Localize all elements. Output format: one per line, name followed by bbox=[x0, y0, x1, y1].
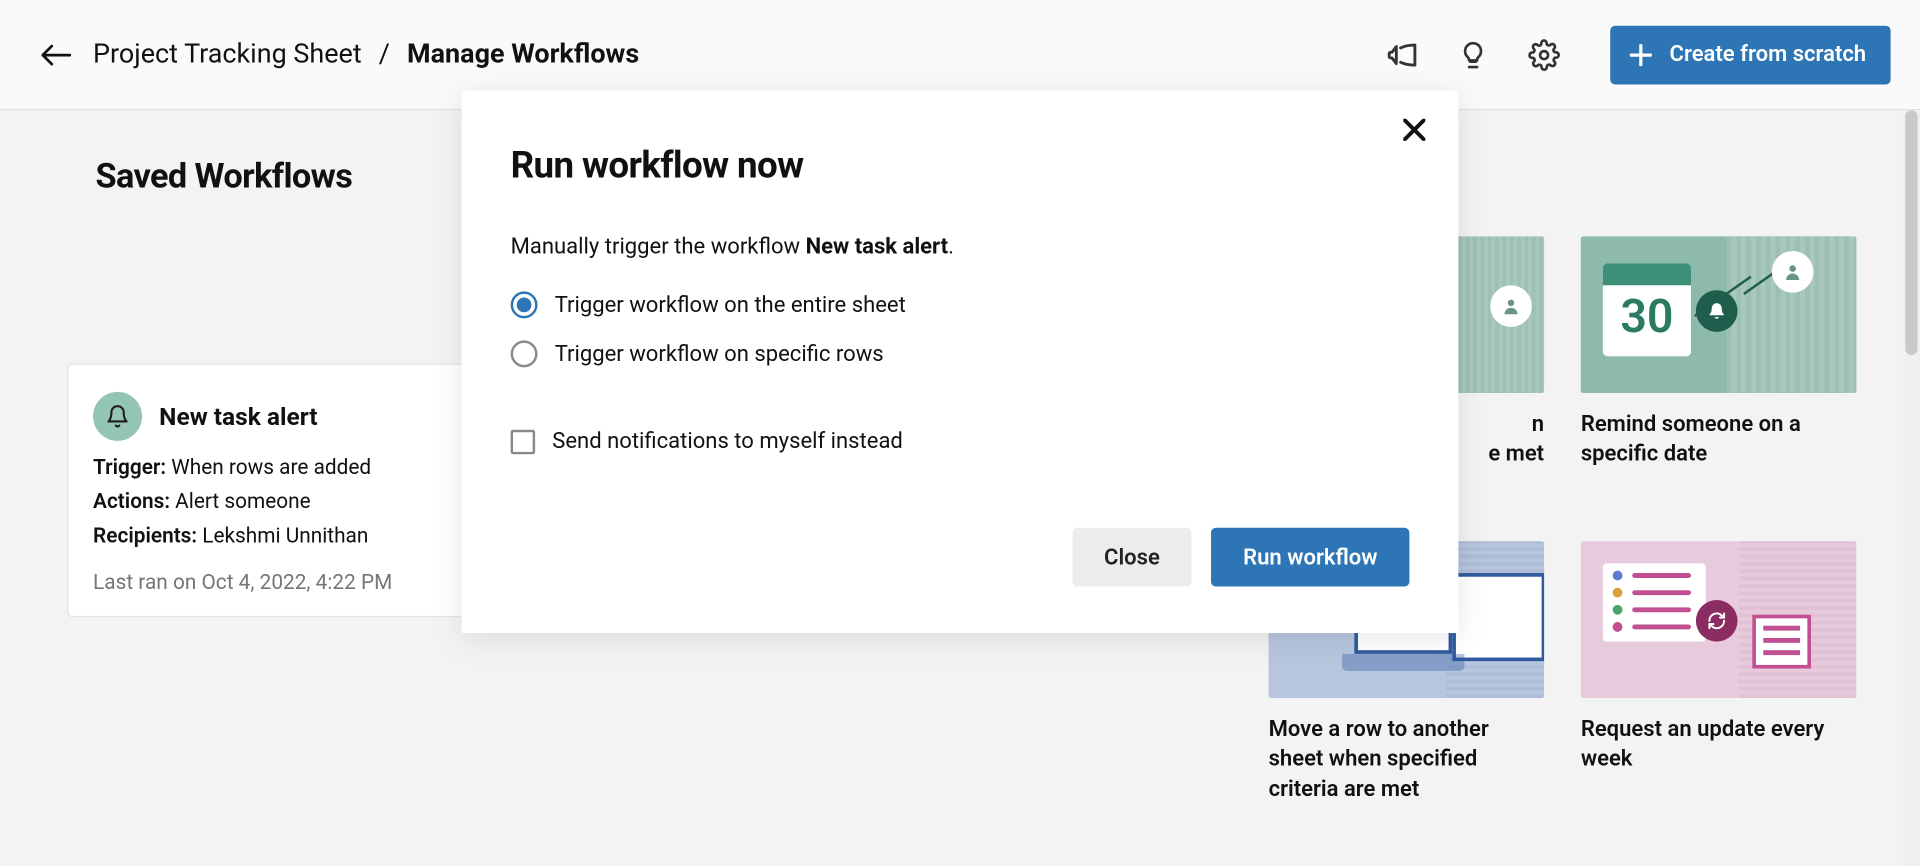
template-text: Move a row to another sheet when specifi… bbox=[1269, 715, 1545, 804]
breadcrumb-sep: / bbox=[379, 41, 390, 68]
refresh-icon bbox=[1696, 600, 1738, 642]
run-workflow-button[interactable]: Run workflow bbox=[1211, 528, 1409, 587]
calendar-icon: 30 bbox=[1603, 263, 1691, 356]
template-thumb: 30 bbox=[1581, 236, 1857, 393]
radio-trigger-specific-rows[interactable]: Trigger workflow on specific rows bbox=[511, 340, 1410, 367]
template-text: Request an update every week bbox=[1581, 715, 1857, 775]
modal-description: Manually trigger the workflow New task a… bbox=[511, 234, 1410, 260]
radio-icon bbox=[511, 291, 538, 318]
checkbox-label: Send notifications to myself instead bbox=[552, 429, 903, 455]
radio-label: Trigger workflow on specific rows bbox=[555, 341, 884, 367]
modal-title: Run workflow now bbox=[511, 144, 1410, 187]
workflow-card-title: New task alert bbox=[159, 402, 317, 431]
plus-icon bbox=[1628, 41, 1655, 68]
checkbox-icon bbox=[511, 429, 535, 453]
bell-icon bbox=[1696, 290, 1738, 332]
saved-workflows-heading: Saved Workflows bbox=[96, 156, 353, 196]
checkbox-notify-myself[interactable]: Send notifications to myself instead bbox=[511, 429, 1410, 455]
template-thumb bbox=[1581, 541, 1857, 698]
scrollbar[interactable] bbox=[1903, 110, 1920, 866]
close-button[interactable]: Close bbox=[1072, 528, 1191, 587]
radio-label: Trigger workflow on the entire sheet bbox=[555, 292, 906, 318]
template-text: Remind someone on a specific date bbox=[1581, 410, 1857, 470]
create-from-scratch-label: Create from scratch bbox=[1670, 42, 1867, 68]
radio-icon bbox=[511, 340, 538, 367]
tips-icon[interactable] bbox=[1449, 30, 1498, 79]
scrollbar-thumb[interactable] bbox=[1905, 110, 1917, 355]
breadcrumb-parent[interactable]: Project Tracking Sheet bbox=[93, 41, 362, 68]
template-card-reminder[interactable]: 30 Remind someone on a specific date bbox=[1581, 236, 1857, 469]
template-card-request-update[interactable]: Request an update every week bbox=[1581, 541, 1857, 774]
person-icon bbox=[1772, 251, 1814, 293]
breadcrumb-current: Manage Workflows bbox=[407, 41, 639, 68]
radio-trigger-entire-sheet[interactable]: Trigger workflow on the entire sheet bbox=[511, 291, 1410, 318]
close-icon[interactable] bbox=[1397, 113, 1431, 147]
person-icon bbox=[1490, 285, 1532, 327]
breadcrumb: Project Tracking Sheet / Manage Workflow… bbox=[93, 41, 639, 68]
bell-icon bbox=[93, 392, 142, 441]
announcements-icon[interactable] bbox=[1378, 30, 1427, 79]
run-workflow-modal: Run workflow now Manually trigger the wo… bbox=[462, 91, 1459, 633]
settings-icon[interactable] bbox=[1520, 30, 1569, 79]
back-arrow[interactable] bbox=[42, 40, 71, 69]
create-from-scratch-button[interactable]: Create from scratch bbox=[1611, 25, 1891, 84]
